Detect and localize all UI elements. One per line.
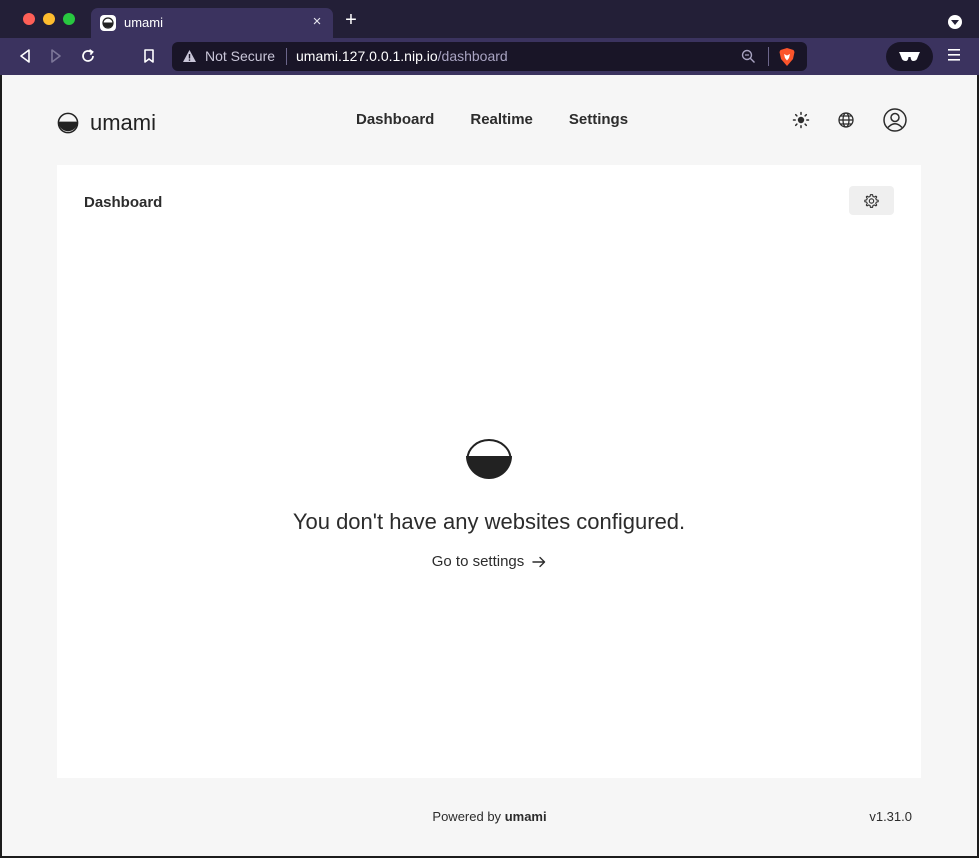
- language-globe-icon[interactable]: [837, 111, 855, 129]
- address-bar[interactable]: Not Secure umami.127.0.0.1.nip.io/dashbo…: [172, 42, 807, 71]
- footer-powered-by: Powered by umami: [2, 809, 977, 824]
- private-window-button[interactable]: [886, 42, 933, 71]
- url-host: umami.127.0.0.1.nip.io: [296, 48, 438, 64]
- go-to-settings-label: Go to settings: [431, 553, 525, 570]
- back-icon[interactable]: [16, 47, 34, 65]
- go-to-settings-link[interactable]: Go to settings: [57, 553, 921, 570]
- security-indicator[interactable]: Not Secure: [205, 48, 275, 64]
- arrow-right-icon: [532, 556, 546, 567]
- url-separator: [768, 47, 769, 66]
- brave-shield-icon[interactable]: [778, 47, 796, 67]
- new-tab-button[interactable]: +: [342, 10, 360, 30]
- dashboard-settings-button[interactable]: [849, 186, 894, 215]
- zoom-icon[interactable]: [741, 49, 756, 64]
- app-logo[interactable]: umami: [57, 110, 156, 136]
- footer-brand-link[interactable]: umami: [505, 809, 547, 824]
- private-glasses-icon: [899, 52, 920, 61]
- umami-favicon-icon: [100, 15, 116, 31]
- reload-icon[interactable]: [79, 47, 97, 65]
- window-minimize-button[interactable]: [43, 13, 55, 25]
- window-close-button[interactable]: [23, 13, 35, 25]
- forward-icon[interactable]: [47, 47, 65, 65]
- umami-empty-logo-icon: [466, 439, 512, 479]
- window-zoom-button[interactable]: [63, 13, 75, 25]
- tab-title: umami: [124, 15, 164, 30]
- profile-icon[interactable]: [883, 108, 907, 132]
- url-text[interactable]: umami.127.0.0.1.nip.io/dashboard: [296, 48, 508, 64]
- nav-dashboard[interactable]: Dashboard: [356, 111, 434, 128]
- empty-state-message: You don't have any websites configured.: [292, 509, 686, 534]
- footer-powered-prefix: Powered by: [432, 809, 502, 824]
- tab-list-dropdown-icon[interactable]: [948, 15, 962, 29]
- umami-page: umami Dashboard Realtime Settings Dashbo…: [2, 75, 977, 856]
- nav-settings[interactable]: Settings: [569, 111, 628, 128]
- browser-toolbar: Not Secure umami.127.0.0.1.nip.io/dashbo…: [0, 38, 979, 75]
- footer-version: v1.31.0: [869, 809, 912, 824]
- browser-titlebar: umami × +: [0, 0, 979, 38]
- url-separator: [286, 48, 287, 65]
- umami-logo-icon: [57, 112, 79, 134]
- page-title: Dashboard: [84, 194, 163, 211]
- nav-realtime[interactable]: Realtime: [470, 111, 533, 128]
- warning-icon: [183, 50, 196, 62]
- theme-sun-icon[interactable]: [792, 111, 810, 129]
- gear-icon: [864, 194, 879, 208]
- url-path: /dashboard: [437, 48, 508, 64]
- logo-text: umami: [90, 110, 157, 135]
- browser-tab-umami[interactable]: umami ×: [91, 8, 333, 38]
- menu-icon[interactable]: [946, 48, 962, 62]
- tab-close-icon[interactable]: ×: [309, 14, 325, 30]
- bookmark-icon[interactable]: [140, 47, 158, 65]
- dashboard-card: Dashboard You don't have any websites co…: [57, 165, 921, 778]
- main-nav: Dashboard Realtime Settings: [356, 111, 664, 128]
- window-frame-left: [0, 75, 2, 858]
